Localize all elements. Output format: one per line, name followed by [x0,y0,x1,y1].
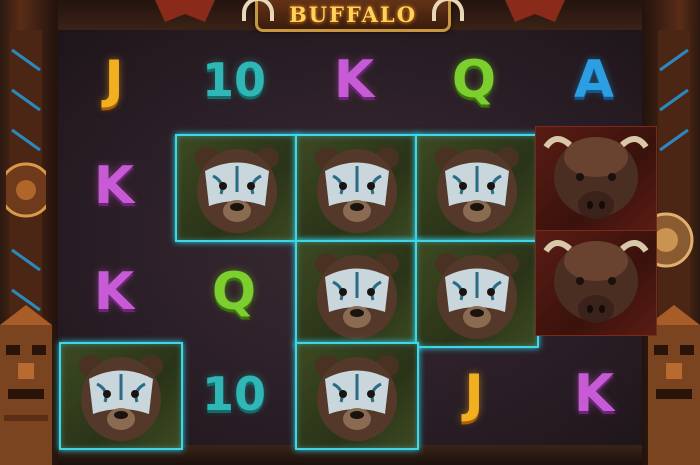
feather-roof-icon [505,0,565,22]
symbol-10: 10 [201,53,266,107]
reel-grid: J 10 K Q A K K Q 10 J K [55,28,657,453]
buffalo-symbol [535,230,657,336]
buffalo-symbol [535,126,657,232]
bear-icon [315,253,399,339]
bear-symbol [295,134,419,242]
reel-cell: Q [175,240,293,344]
bear-symbol [415,240,539,348]
game-title: BUFFALO [288,2,417,27]
reel-cell: 10 [175,28,293,132]
reel-cell: K [55,240,173,344]
bear-symbol [415,134,539,242]
reel-cell: J [55,28,173,132]
bear-icon [79,355,163,441]
bear-icon [435,253,519,339]
frame-left [0,0,58,465]
horn-icon [432,0,464,21]
symbol-k: K [93,262,135,322]
symbol-q: Q [451,50,497,110]
buffalo-icon [543,240,649,323]
symbol-q: Q [211,262,257,322]
bear-icon [195,147,279,233]
reel-cell: A [535,28,653,132]
symbol-k: K [573,364,615,424]
reel-cell: Q [415,28,533,132]
reel-cell: 10 [175,342,293,446]
reel-cell: K [295,28,413,132]
bear-icon [315,147,399,233]
symbol-k: K [333,50,375,110]
reel-cell: J [415,342,533,446]
bear-icon [315,355,399,441]
reel-cell: K [535,342,653,446]
horn-icon [242,0,274,21]
totem-icon [0,305,52,465]
symbol-a: A [573,50,615,110]
feather-roof-icon [155,0,215,22]
bear-symbol [295,342,419,450]
bear-symbol [295,240,419,348]
symbol-j: J [104,50,124,110]
tribal-pattern-icon [6,30,46,330]
bear-symbol [175,134,299,242]
buffalo-icon [543,136,649,219]
bear-symbol [59,342,183,450]
bear-icon [435,147,519,233]
symbol-j: J [464,364,484,424]
tribal-pattern-icon [654,30,694,330]
symbol-10: 10 [201,367,266,421]
symbol-k: K [93,156,135,216]
reel-cell: K [55,134,173,238]
